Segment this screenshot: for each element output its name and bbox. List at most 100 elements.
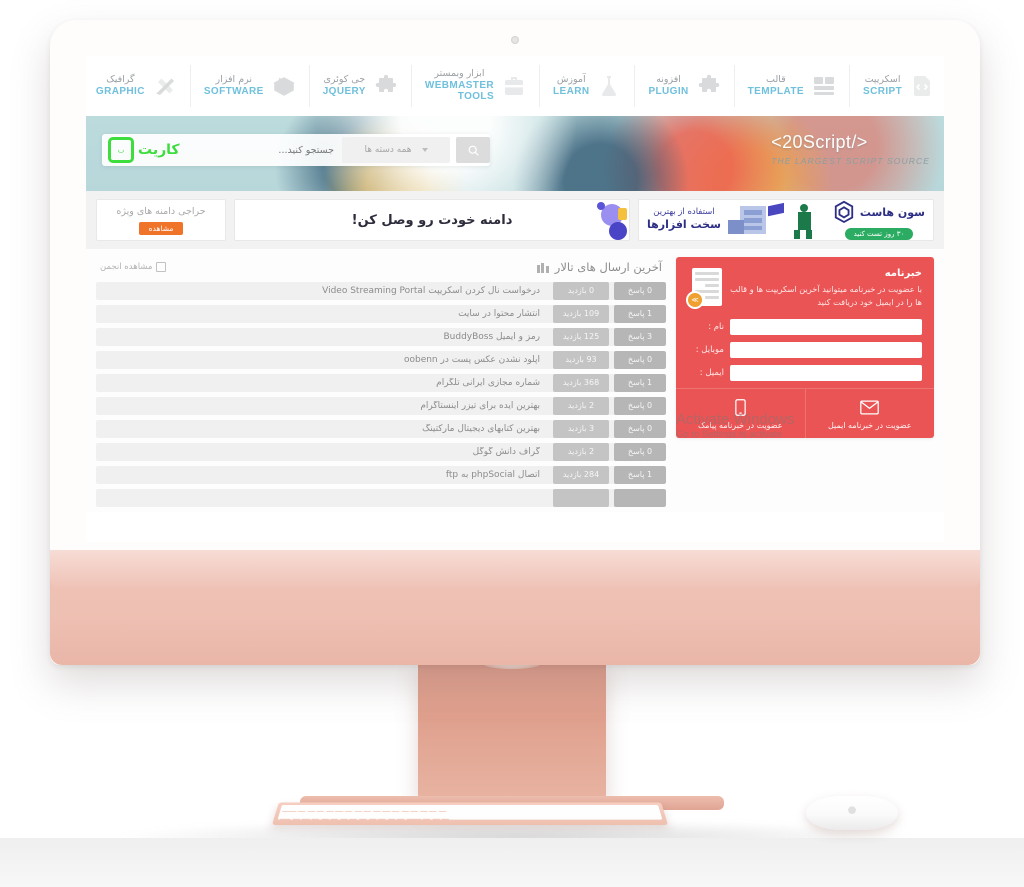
subscribe-sms-button[interactable]: عضویت در خبرنامه پیامک [676,389,806,439]
host-cta-button[interactable]: ۳۰ روز تست کنید [844,228,914,240]
keyboard-key [363,806,373,812]
newsletter-email-input[interactable] [730,365,922,382]
rss-icon: ≫ [686,291,704,309]
keyboard-key [382,806,391,812]
hero-title: <20Script/> [771,132,868,152]
nav-item-jquery[interactable]: جی کوئری JQUERY [308,65,411,107]
row-views: 368 بازدید [553,374,609,392]
keyboard-key [344,806,354,812]
keyboard-key [396,814,406,820]
keyboard-key [391,806,401,812]
keyboard-key [320,814,331,820]
row-title[interactable]: گراف دانش گوگل [96,447,548,457]
subscribe-email-label: عضویت در خبرنامه ایمیل [827,421,912,431]
table-row[interactable]: 1 پاسخ 109 بازدید انتشار محتوا در سایت [96,305,666,323]
phone-icon [680,398,801,416]
imac-monitor: اسکریپت SCRIPT قالب TEMPLATE افزونه PLUG… [50,20,980,665]
logo-mark-icon: ◡ [108,137,134,163]
row-views: 2 بازدید [553,443,609,461]
nav-item-template[interactable]: قالب TEMPLATE [733,65,849,107]
keyboard-key [292,814,302,820]
keyboard-key [279,814,293,820]
newsletter-mobile-input[interactable] [730,342,922,359]
nav-label-fa: اسکریپت [864,73,901,85]
table-row[interactable] [96,489,666,507]
nav-item-script[interactable]: اسکریپت SCRIPT [849,65,944,107]
table-row[interactable]: 0 پاسخ 2 بازدید گراف دانش گوگل [96,443,666,461]
keyboard-key [431,814,441,820]
nav-item-software[interactable]: نرم افزار SOFTWARE [189,65,309,107]
keyboard[interactable] [272,802,668,825]
table-row[interactable]: 0 پاسخ 2 بازدید بهترین ایده برای تیزر ای… [96,397,666,415]
category-dropdown[interactable]: همه دسته ها [342,137,450,163]
view-forum-label: مشاهده انجمن [100,262,153,272]
ad-domain-sale-button[interactable]: مشاهده [138,221,184,235]
keyboard-key [419,806,429,812]
forum-title: آخرین ارسال های تالار [554,260,662,274]
nav-item-plugin[interactable]: افزونه PLUGIN [634,65,733,107]
keyboard-key [441,814,450,820]
decorative-circle [609,222,627,240]
plugin-icon [697,74,721,98]
ad-connect-domain-banner[interactable]: دامنه خودت رو وصل کن! [234,199,630,241]
row-views: 125 بازدید [553,328,609,346]
subscribe-sms-label: عضویت در خبرنامه پیامک [697,421,783,431]
nav-item-graphic[interactable]: گرافیک GRAPHIC [86,65,190,107]
keyboard-key [335,806,345,812]
nav-label-fa: نرم افزار [215,73,252,85]
nav-label-fa: جی کوئری [323,73,366,85]
ad-strip: سون هاست ۳۰ روز تست کنید استفاده از بهتر… [86,191,944,249]
view-forum-link[interactable]: مشاهده انجمن [100,262,167,272]
category-label: همه دسته ها [364,145,412,155]
row-title[interactable]: رمز و ایمیل BuddyBoss [96,332,548,342]
nav-item-learn[interactable]: آموزش LEARN [539,65,634,107]
row-title[interactable]: اتصال phpSocial به ftp [96,470,548,480]
keyboard-key [368,814,378,820]
nav-item-webmaster-tools[interactable]: ابزار وبمستر WEBMASTER TOOLS [410,65,539,107]
keyboard-key [401,806,410,812]
nav-label-en: SOFTWARE [203,85,264,97]
keyboard-key [429,806,438,812]
keyboard-key [410,806,419,812]
table-row[interactable]: 3 پاسخ 125 بازدید رمز و ایمیل BuddyBoss [96,328,666,346]
row-views [553,489,609,507]
nav-label-en: PLUGIN [648,85,689,97]
search-button[interactable] [456,137,490,163]
keyboard-key [377,814,387,820]
row-replies: 0 پاسخ [614,397,666,415]
newsletter-panel: خبرنامه با عضویت در خبرنامه میتوانید آخر… [676,257,935,439]
table-row[interactable]: 0 پاسخ 3 بازدید بهترین کتابهای دیجیتال م… [96,420,666,438]
row-title[interactable]: بهترین کتابهای دیجیتال مارکتینگ [96,424,548,434]
hero-branding: <20Script/> THE LARGEST SCRIPT SOURCE [771,132,930,166]
table-row[interactable]: 0 پاسخ 0 بازدید درخواست نال کردن اسکریپت… [96,282,666,300]
ad-domain-sale-banner[interactable]: حراجی دامنه های ویژه مشاهده [96,199,226,241]
host-tagline: استفاده از بهترین سخت افزارها [647,207,721,233]
row-views: 93 بازدید [553,351,609,369]
ad-host-banner[interactable]: سون هاست ۳۰ روز تست کنید استفاده از بهتر… [638,199,934,241]
keyboard-key [311,814,321,820]
row-title[interactable]: انتشار محتوا در سایت [96,309,548,319]
row-title[interactable]: درخواست نال کردن اسکریپت Video Streaming… [96,286,548,296]
row-replies: 0 پاسخ [614,420,666,438]
newsletter-field-email: ایمیل : [676,365,934,388]
newsletter-text: خبرنامه با عضویت در خبرنامه میتوانید آخر… [730,268,922,309]
newsletter-title: خبرنامه [884,268,922,279]
row-title[interactable]: بهترین ایده برای تیزر اینستاگرام [96,401,548,411]
row-title[interactable]: شماره مجازی ایرانی تلگرام [96,378,548,388]
site-logo[interactable]: کاریت ◡ [108,137,180,163]
newsletter-name-input[interactable] [730,319,922,336]
row-title[interactable]: آپلود نشدن عکس پست در oobenn [96,355,548,365]
keyboard-key [438,806,447,812]
table-row[interactable]: 0 پاسخ 93 بازدید آپلود نشدن عکس پست در o… [96,351,666,369]
newsletter-field-name: نام : [676,319,934,342]
table-row[interactable]: 1 پاسخ 284 بازدید اتصال phpSocial به ftp [96,466,666,484]
keyboard-key [406,814,422,820]
row-views: 2 بازدید [553,397,609,415]
table-row[interactable]: 1 پاسخ 368 بازدید شماره مجازی ایرانی تلگ… [96,374,666,392]
mouse[interactable] [806,796,898,832]
nav-label-fa: قالب [766,73,786,85]
subscribe-email-button[interactable]: عضویت در خبرنامه ایمیل [806,389,935,438]
nav-label-en: SCRIPT [863,85,903,97]
search-input[interactable] [179,137,342,163]
decorative-circle [597,202,605,210]
